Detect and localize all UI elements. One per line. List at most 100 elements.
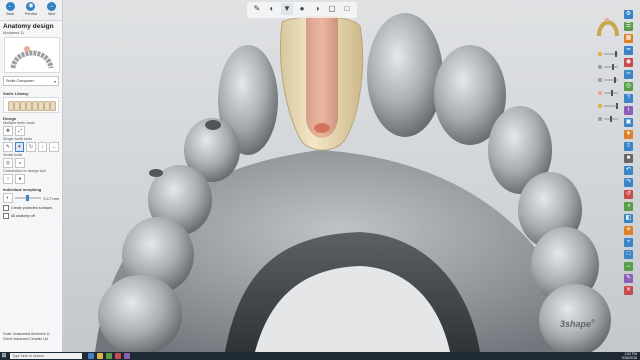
next-button[interactable]: → Next (43, 2, 61, 16)
right-icon-column: ⚙ ☰ ▦ ━ ◉ ✂ ◎ ? i ▣ ▼ ⇧ ■ ↶ ↷ ↺ ◑ ◧ ☀ + … (624, 10, 633, 295)
left-panel: ← Back ◉ Preview → Next Anatomy design A… (0, 0, 63, 352)
sculpt-icon[interactable]: ✎ (3, 142, 13, 152)
scan-tool-icon[interactable]: ▣ (624, 118, 633, 127)
visibility-sliders (598, 51, 618, 122)
camera-icon[interactable]: ◉ (624, 58, 633, 67)
mini-arch-navigator[interactable] (596, 12, 620, 38)
smile-library-preview[interactable] (3, 97, 59, 113)
morph-slider[interactable] (15, 195, 42, 201)
color-icon[interactable]: ◑ (311, 3, 323, 15)
smart-tools: ◎ ◒ (0, 157, 62, 169)
implant-hole-left-lower (149, 169, 163, 177)
abutment-screw-channel (314, 123, 330, 133)
step-subtitle: Abutment 11 (3, 31, 25, 35)
zoom-icon[interactable]: + (624, 238, 633, 247)
visibility-slider[interactable] (598, 64, 618, 70)
connector-icon[interactable]: ○ (3, 174, 13, 184)
os-taskbar: ⊞ Type here to search 1:52 PM 9/26/2018 (0, 352, 640, 360)
smile-library-heading: Smile Library (3, 91, 29, 96)
taskbar-search[interactable]: Type here to search (10, 353, 82, 359)
morph-value: 0.17 mm (43, 195, 59, 201)
section-icon[interactable]: ◧ (624, 214, 633, 223)
fit-icon[interactable]: □ (624, 250, 633, 259)
occlusion-icon[interactable]: ◒ (15, 158, 25, 168)
info-icon[interactable]: i (624, 106, 633, 115)
move-teeth-icon[interactable]: ✥ (3, 126, 13, 136)
task-view-icon[interactable] (88, 353, 94, 359)
app-icon[interactable] (115, 353, 121, 359)
taskbar-clock[interactable]: 1:52 PM 9/26/2018 (622, 352, 640, 360)
back-button[interactable]: ← Back (1, 2, 19, 16)
scan-icon[interactable]: ● (296, 3, 308, 15)
redo-icon[interactable]: ↷ (624, 178, 633, 187)
grid-icon[interactable]: ▦ (624, 34, 633, 43)
connector-alt-icon[interactable]: ● (15, 174, 25, 184)
multiple-teeth-tools: ✥ ⤢ (0, 125, 62, 137)
brand-logo: 3shape® (560, 319, 595, 329)
visibility-slider[interactable] (598, 116, 618, 122)
reset-icon[interactable]: ↺ (624, 190, 633, 199)
dental-model-scene[interactable] (0, 0, 640, 352)
design-heading: Design (3, 116, 17, 121)
scale-icon[interactable]: ↕ (37, 142, 48, 152)
explorer-icon[interactable] (97, 353, 103, 359)
smooth-icon[interactable]: ◐ (266, 3, 278, 15)
note-icon[interactable]: ✎ (624, 274, 633, 283)
undo-icon[interactable]: ↶ (624, 166, 633, 175)
right-toolbar: ⚙ ☰ ▦ ━ ◉ ✂ ◎ ? i ▣ ▼ ⇧ ■ ↶ ↷ ↺ ◑ ◧ ☀ + … (594, 0, 640, 352)
visibility-slider[interactable] (598, 51, 618, 57)
connector-tools: ○ ● (0, 173, 62, 185)
lock-icon[interactable]: ■ (624, 154, 633, 163)
create-protected-checkbox[interactable]: Create protected surfaces (0, 204, 62, 212)
rotate-icon[interactable]: ↻ (26, 142, 36, 152)
scale-teeth-icon[interactable]: ⤢ (15, 126, 25, 136)
taskbar-apps (88, 353, 130, 359)
morphing-heading: Individual morphing (3, 187, 42, 192)
app-icon[interactable] (124, 353, 130, 359)
app-icon[interactable] (106, 353, 112, 359)
morph-mode-icon[interactable]: ◐ (3, 193, 13, 203)
wizard-nav: ← Back ◉ Preview → Next (0, 0, 62, 21)
all-anatomy-checkbox[interactable]: All anatomy off (0, 212, 62, 220)
abutment-11 (306, 16, 338, 138)
measure-icon[interactable]: ↔ (624, 262, 633, 271)
preview-button[interactable]: ◉ Preview (22, 2, 40, 16)
ruler-icon[interactable]: ━ (624, 46, 633, 55)
tooth-17 (98, 275, 182, 352)
step-title: Anatomy design (3, 23, 54, 30)
visibility-slider[interactable] (598, 103, 618, 109)
tooth-21 (367, 13, 443, 137)
brush-icon[interactable]: ✎ (251, 3, 263, 15)
align-icon[interactable]: ↔ (49, 142, 59, 152)
library-select[interactable]: Smile Composer ▾ (3, 76, 59, 86)
order-info: Order: Anatomical Abutment 11 Client: Ad… (3, 332, 50, 341)
light-icon[interactable]: ☀ (624, 226, 633, 235)
eye-icon: ◉ (26, 2, 36, 11)
visibility-slider[interactable] (598, 77, 618, 83)
arch-selector[interactable] (4, 37, 60, 73)
palette-icon[interactable]: ◑ (624, 202, 633, 211)
visibility-slider[interactable] (598, 90, 618, 96)
clip-icon[interactable]: ✂ (624, 70, 633, 79)
morph-slider-row: ◐ 0.17 mm (0, 192, 62, 204)
mesh-icon[interactable]: ▢ (326, 3, 338, 15)
view-icon[interactable]: ◎ (624, 82, 633, 91)
settings-icon[interactable]: ⚙ (624, 10, 633, 19)
single-tooth-tools: ✎ ✦ ↻ ↕ ↔ (0, 141, 62, 153)
chevron-down-icon: ▾ (53, 78, 56, 84)
layers-icon[interactable]: ☰ (624, 22, 633, 31)
morph-icon[interactable]: ✦ (14, 142, 25, 152)
hide-icon[interactable]: □ (341, 3, 353, 15)
help-icon[interactable]: ? (624, 94, 633, 103)
contact-icon[interactable]: ◎ (3, 158, 13, 168)
forward-arrow-icon: → (47, 2, 57, 11)
tooth-selected-icon[interactable]: ▼ (281, 3, 293, 15)
export-icon[interactable]: ⇧ (624, 142, 633, 151)
tooth-icon[interactable]: ▼ (624, 130, 633, 139)
back-arrow-icon: ← (5, 2, 15, 11)
start-icon[interactable]: ⊞ (0, 352, 8, 360)
implant-hole-left-upper (205, 120, 221, 130)
3d-viewport[interactable]: ✎ ◐ ▼ ● ◑ ▢ □ ← Back ◉ Preview → Next An… (0, 0, 640, 352)
top-toolbar: ✎ ◐ ▼ ● ◑ ▢ □ (247, 2, 357, 18)
close-icon[interactable]: ✕ (624, 286, 633, 295)
